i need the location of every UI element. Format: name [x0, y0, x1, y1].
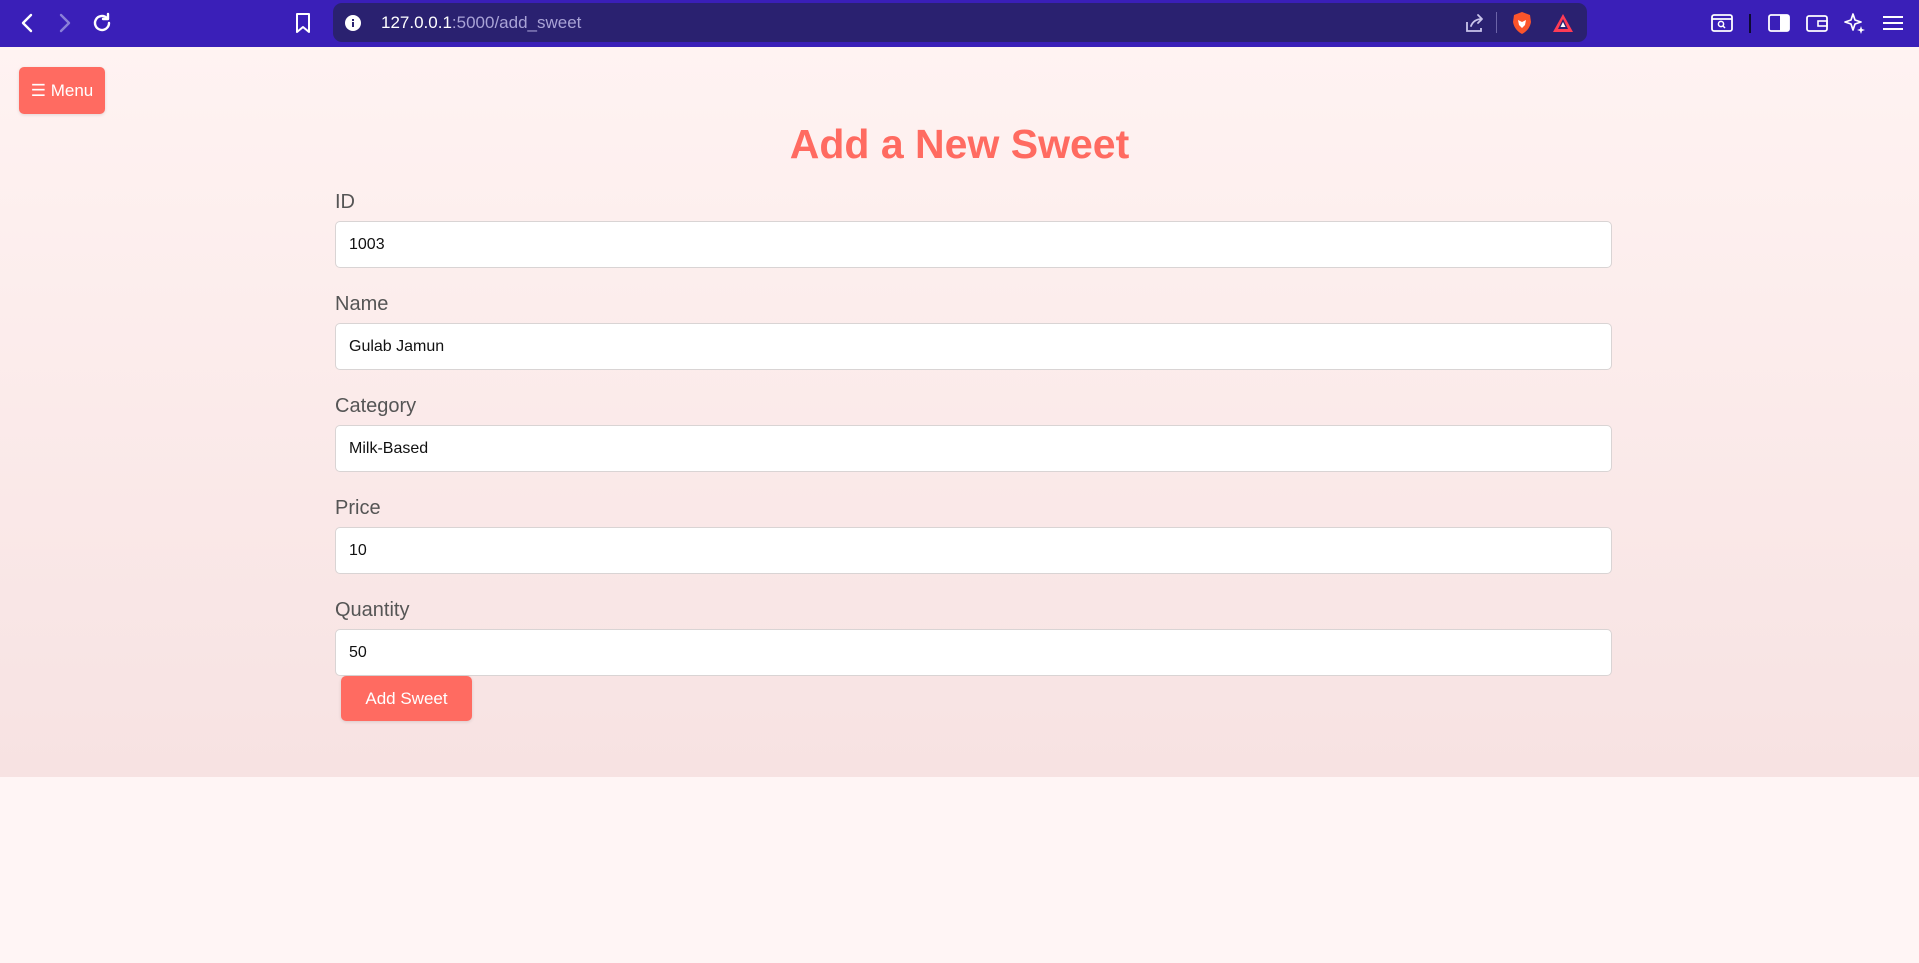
share-icon[interactable]: [1463, 12, 1485, 39]
divider: [1496, 12, 1497, 33]
price-label: Price: [335, 497, 381, 519]
address-bar[interactable]: 127.0.0.1:5000/add_sweet: [333, 3, 1587, 42]
add-sweet-button[interactable]: Add Sweet: [341, 676, 472, 721]
site-info-icon[interactable]: [345, 15, 361, 36]
page-content: ☰ Menu Add a New Sweet ID Name Category …: [0, 47, 1919, 777]
name-label: Name: [335, 293, 389, 315]
reload-icon[interactable]: [89, 10, 115, 36]
wallet-icon[interactable]: [1804, 10, 1830, 36]
back-icon[interactable]: [14, 10, 40, 36]
browser-toolbar: 127.0.0.1:5000/add_sweet: [0, 0, 1919, 47]
url-text[interactable]: 127.0.0.1:5000/add_sweet: [381, 13, 581, 33]
id-label: ID: [335, 191, 355, 213]
leo-ai-icon[interactable]: [1842, 10, 1868, 36]
quantity-input[interactable]: [335, 629, 1612, 676]
name-input[interactable]: [335, 323, 1612, 370]
category-label: Category: [335, 395, 417, 417]
price-input[interactable]: [335, 527, 1612, 574]
brave-rewards-icon[interactable]: [1551, 12, 1575, 39]
menu-button[interactable]: ☰ Menu: [19, 67, 105, 114]
hamburger-menu-icon[interactable]: [1880, 10, 1906, 36]
forward-icon[interactable]: [52, 10, 78, 36]
category-input[interactable]: [335, 425, 1612, 472]
sidebar-icon[interactable]: [1766, 10, 1792, 36]
url-path: :5000/add_sweet: [451, 13, 582, 32]
quantity-label: Quantity: [335, 599, 410, 621]
brave-shields-icon[interactable]: [1511, 11, 1533, 40]
search-tabs-icon[interactable]: [1709, 10, 1735, 36]
id-input[interactable]: [335, 221, 1612, 268]
url-host: 127.0.0.1: [381, 13, 452, 32]
add-sweet-form: ID Name Category Price Quantity: [335, 190, 1612, 700]
bookmark-icon[interactable]: [290, 10, 316, 36]
toolbar-divider: [1749, 14, 1751, 33]
page-title: Add a New Sweet: [789, 121, 1130, 167]
